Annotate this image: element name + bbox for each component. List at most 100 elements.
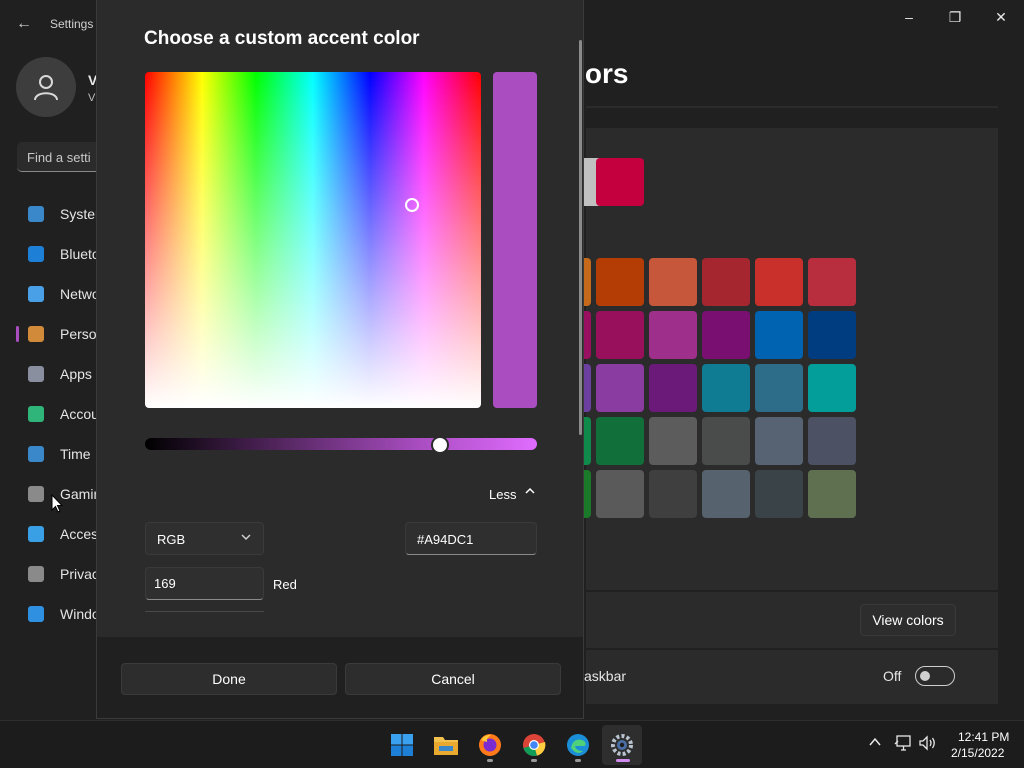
- color-swatch[interactable]: [649, 311, 697, 359]
- sidebar-item-label: Time: [60, 446, 91, 462]
- color-swatch[interactable]: [755, 311, 803, 359]
- back-arrow-icon[interactable]: ←: [14, 14, 34, 34]
- value-slider-thumb[interactable]: [431, 436, 449, 454]
- running-indicator: [575, 759, 581, 762]
- color-swatch[interactable]: [649, 470, 697, 518]
- color-swatch[interactable]: [649, 417, 697, 465]
- sidebar-item-label: Netwo: [60, 286, 100, 302]
- taskbar-accent-label: askbar: [584, 668, 627, 684]
- settings-gear-icon[interactable]: [606, 729, 638, 761]
- sidebar-item-label: Apps: [60, 366, 92, 382]
- dialog-title: Choose a custom accent color: [144, 28, 420, 49]
- color-swatch[interactable]: [702, 364, 750, 412]
- color-swatch[interactable]: [702, 258, 750, 306]
- network-tray-icon[interactable]: [894, 735, 912, 754]
- color-swatch[interactable]: [596, 311, 644, 359]
- taskbar-accent-toggle[interactable]: [915, 666, 955, 686]
- dialog-scrollbar[interactable]: [579, 40, 582, 435]
- sidebar-item-label: Privac: [60, 566, 99, 582]
- dialog-footer: Done Cancel: [97, 637, 583, 718]
- color-swatch[interactable]: [808, 258, 856, 306]
- accent-color-dialog: Choose a custom accent color Less RGB #A…: [96, 0, 584, 719]
- clock-time[interactable]: 12:41 PM: [958, 730, 1009, 744]
- avatar[interactable]: [16, 57, 76, 117]
- taskbar: 12:41 PM 2/15/2022: [0, 720, 1024, 768]
- color-swatch[interactable]: [649, 364, 697, 412]
- color-swatch[interactable]: [808, 364, 856, 412]
- sidebar-item-label: Accou: [60, 406, 99, 422]
- windows-update-icon: [28, 606, 44, 622]
- color-swatch[interactable]: [755, 364, 803, 412]
- search-placeholder: Find a setti: [27, 150, 91, 165]
- running-indicator: [531, 759, 537, 762]
- color-swatch[interactable]: [808, 470, 856, 518]
- color-swatch[interactable]: [755, 470, 803, 518]
- active-indicator: [616, 759, 630, 762]
- sidebar-item-label: Acces: [60, 526, 99, 542]
- gaming-icon: [28, 486, 44, 502]
- color-swatch[interactable]: [755, 417, 803, 465]
- running-indicator: [487, 759, 493, 762]
- minimize-button[interactable]: –: [886, 6, 932, 28]
- recent-color-swatch[interactable]: [596, 158, 644, 206]
- color-preview-new: [493, 72, 537, 240]
- color-swatch[interactable]: [702, 311, 750, 359]
- hex-value: #A94DC1: [417, 532, 474, 547]
- colors-card: [586, 128, 998, 590]
- user-email: V: [88, 92, 96, 104]
- personalization-icon: [28, 326, 44, 342]
- divider: [586, 106, 998, 108]
- restore-button[interactable]: ❐: [932, 6, 978, 28]
- sidebar-item-label: Blueto: [60, 246, 100, 262]
- color-swatch[interactable]: [649, 258, 697, 306]
- spectrum-handle[interactable]: [405, 198, 419, 212]
- clock-date[interactable]: 2/15/2022: [951, 746, 1004, 760]
- color-swatch[interactable]: [596, 417, 644, 465]
- toggle-knob: [920, 671, 930, 681]
- color-swatch[interactable]: [596, 364, 644, 412]
- bluetooth-icon: [28, 246, 44, 262]
- color-swatch[interactable]: [755, 258, 803, 306]
- window-title: Settings: [50, 17, 94, 31]
- mouse-cursor: [51, 493, 64, 519]
- close-button[interactable]: ✕: [978, 6, 1024, 28]
- less-toggle[interactable]: Less: [489, 487, 516, 502]
- chrome-icon[interactable]: [518, 729, 550, 761]
- edge-icon[interactable]: [562, 729, 594, 761]
- cancel-button[interactable]: Cancel: [345, 663, 561, 695]
- color-swatch[interactable]: [596, 258, 644, 306]
- green-input-peek[interactable]: [145, 611, 264, 616]
- red-input[interactable]: 169: [145, 567, 264, 600]
- color-spectrum[interactable]: [145, 72, 481, 408]
- red-value: 169: [154, 576, 176, 591]
- windows-start-icon[interactable]: [386, 729, 418, 761]
- color-swatch[interactable]: [808, 311, 856, 359]
- color-model-select[interactable]: RGB: [145, 522, 264, 555]
- color-model-value: RGB: [157, 532, 186, 547]
- folder-icon[interactable]: [430, 729, 462, 761]
- firefox-icon[interactable]: [474, 729, 506, 761]
- network-icon: [28, 286, 44, 302]
- sidebar-item-label: Windo: [60, 606, 100, 622]
- sidebar-item-label: Perso: [60, 326, 97, 342]
- toggle-state-label: Off: [883, 668, 902, 684]
- chevron-up-icon[interactable]: [868, 735, 882, 752]
- accessibility-icon: [28, 526, 44, 542]
- chevron-up-icon[interactable]: [524, 485, 536, 500]
- hex-input[interactable]: #A94DC1: [405, 522, 537, 555]
- accounts-icon: [28, 406, 44, 422]
- selection-indicator: [16, 326, 19, 342]
- system-icon: [28, 206, 44, 222]
- color-swatch[interactable]: [808, 417, 856, 465]
- red-label: Red: [273, 577, 297, 592]
- sidebar-item-label: Syster: [60, 206, 100, 222]
- volume-icon[interactable]: [918, 735, 938, 754]
- privacy-icon: [28, 566, 44, 582]
- value-slider-track[interactable]: [145, 438, 537, 450]
- color-swatch[interactable]: [702, 417, 750, 465]
- view-colors-button[interactable]: View colors: [860, 604, 956, 636]
- user-icon: [34, 75, 58, 101]
- color-swatch[interactable]: [596, 470, 644, 518]
- done-button[interactable]: Done: [121, 663, 337, 695]
- color-swatch[interactable]: [702, 470, 750, 518]
